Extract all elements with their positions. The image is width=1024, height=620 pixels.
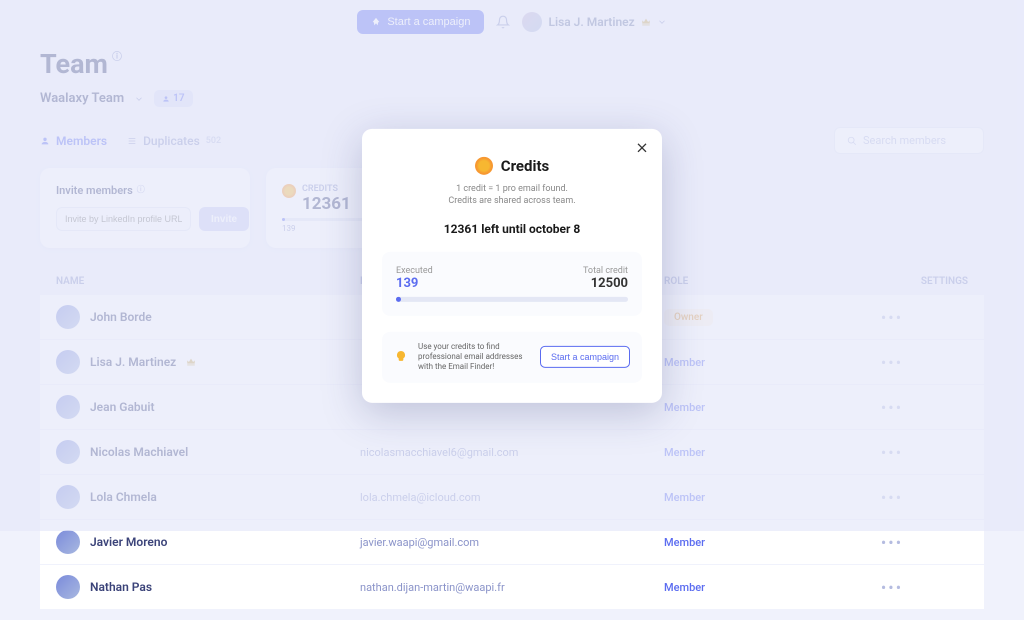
avatar xyxy=(56,575,80,599)
credits-left-until: 12361 left until october 8 xyxy=(382,222,642,236)
close-icon xyxy=(634,139,650,155)
modal-sub-line2: Credits are shared across team. xyxy=(382,195,642,208)
member-name: Javier Moreno xyxy=(90,535,167,549)
row-settings[interactable]: ••• xyxy=(816,578,968,597)
footer-text: Use your credits to find professional em… xyxy=(418,342,530,373)
role-cell[interactable]: Member xyxy=(664,581,816,594)
avatar xyxy=(56,530,80,554)
name-cell: Javier Moreno xyxy=(56,530,360,554)
start-campaign-button[interactable]: Start a campaign xyxy=(540,346,630,368)
row-settings[interactable]: ••• xyxy=(816,533,968,552)
modal-sub-line1: 1 credit = 1 pro email found. xyxy=(382,182,642,195)
role-cell[interactable]: Member xyxy=(664,536,816,549)
close-button[interactable] xyxy=(634,138,650,161)
progress-fill xyxy=(396,297,401,302)
modal-subtitle: 1 credit = 1 pro email found. Credits ar… xyxy=(382,182,642,207)
email-cell: javier.waapi@gmail.com xyxy=(360,536,664,549)
progress-bar xyxy=(396,297,628,302)
total-label: Total credit xyxy=(583,266,628,276)
member-name: Nathan Pas xyxy=(90,580,152,594)
modal-title: Credits xyxy=(501,156,549,174)
lightbulb-icon xyxy=(394,350,408,364)
sun-icon xyxy=(475,156,493,174)
credits-modal: Credits 1 credit = 1 pro email found. Cr… xyxy=(362,128,662,402)
total-value: 12500 xyxy=(583,276,628,291)
executed-label: Executed xyxy=(396,266,433,276)
modal-footer: Use your credits to find professional em… xyxy=(382,332,642,383)
credits-stats: Executed 139 Total credit 12500 xyxy=(382,252,642,316)
executed-value: 139 xyxy=(396,276,433,291)
email-cell: nathan.dijan-martin@waapi.fr xyxy=(360,581,664,594)
name-cell: Nathan Pas xyxy=(56,575,360,599)
table-row[interactable]: Nathan Pas nathan.dijan-martin@waapi.fr … xyxy=(40,565,984,610)
